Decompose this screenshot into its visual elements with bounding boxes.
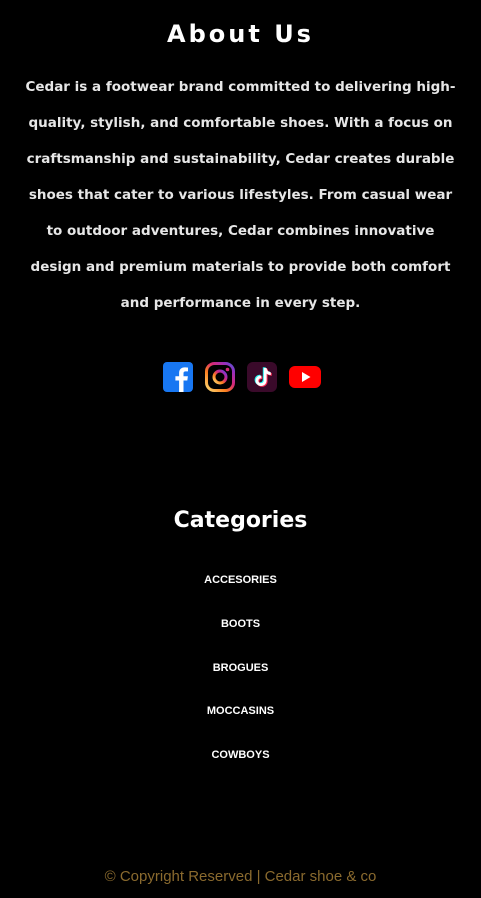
categories-title: Categories — [173, 508, 308, 533]
instagram-link[interactable] — [204, 362, 235, 392]
youtube-link[interactable] — [288, 362, 321, 392]
copyright-text: © Copyright Reserved | Cedar shoe & co — [104, 868, 377, 885]
category-link-cowboys[interactable]: COWBOYS — [211, 749, 269, 761]
social-links — [0, 362, 481, 392]
category-link-boots[interactable]: BOOTS — [221, 618, 260, 630]
list-item: BOOTS — [0, 610, 481, 654]
about-description: Cedar is a footwear brand committed to d… — [25, 79, 456, 311]
facebook-link[interactable] — [162, 362, 193, 392]
list-item: ACCESORIES — [0, 566, 481, 610]
facebook-icon — [162, 362, 193, 392]
list-item: MOCCASINS — [0, 697, 481, 741]
category-link-brogues[interactable]: BROGUES — [213, 662, 269, 674]
list-item: COWBOYS — [0, 741, 481, 785]
youtube-icon — [288, 366, 321, 388]
tiktok-icon — [246, 362, 277, 392]
category-link-accesories[interactable]: ACCESORIES — [204, 574, 277, 586]
about-title: About Us — [167, 20, 314, 48]
list-item: BROGUES — [0, 654, 481, 698]
category-link-moccasins[interactable]: MOCCASINS — [207, 705, 274, 717]
categories-list: ACCESORIES BOOTS BROGUES MOCCASINS COWBO… — [0, 566, 481, 785]
instagram-icon — [204, 362, 235, 392]
tiktok-link[interactable] — [246, 362, 277, 392]
